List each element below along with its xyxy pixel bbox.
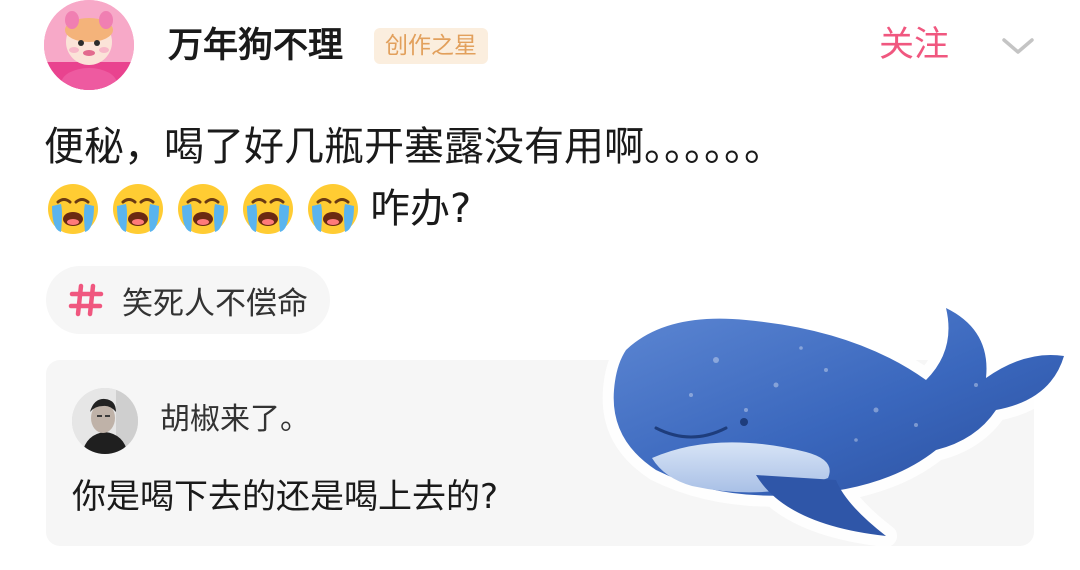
post-line-2-text: 咋办? bbox=[370, 186, 472, 232]
comment-avatar[interactable] bbox=[72, 388, 138, 454]
loudly-crying-face-icon bbox=[113, 184, 163, 234]
chevron-down-icon[interactable] bbox=[994, 26, 1042, 66]
post-line-2: 咋办? bbox=[44, 178, 1054, 240]
comment-text: 你是喝下去的还是喝上去的? bbox=[72, 477, 499, 517]
hash-icon bbox=[68, 282, 104, 318]
post-line-1: 便秘，喝了好几瓶开塞露没有用啊。。。。。。 bbox=[44, 124, 784, 170]
topic-chip[interactable]: 笑死人不偿命 bbox=[46, 266, 330, 334]
loudly-crying-face-icon bbox=[243, 184, 293, 234]
loudly-crying-face-icon bbox=[48, 184, 98, 234]
man-portrait-avatar-image bbox=[72, 388, 138, 454]
emoji-row bbox=[44, 182, 371, 236]
comment-author[interactable]: 胡椒来了。 bbox=[160, 400, 310, 440]
loudly-crying-face-icon bbox=[308, 184, 358, 234]
pink-cartoon-avatar-image bbox=[44, 0, 134, 90]
loudly-crying-face-icon bbox=[178, 184, 228, 234]
follow-button[interactable]: 关注 bbox=[872, 22, 956, 68]
username[interactable]: 万年狗不理 bbox=[168, 24, 343, 68]
post-body: 便秘，喝了好几瓶开塞露没有用啊。。。。。。 咋办? bbox=[44, 116, 1054, 240]
whale-sticker bbox=[596, 290, 1080, 552]
creator-badge: 创作之星 bbox=[374, 28, 488, 64]
topic-label: 笑死人不偿命 bbox=[122, 285, 308, 322]
blue-whale-icon bbox=[602, 297, 1075, 547]
user-avatar[interactable] bbox=[44, 0, 134, 90]
